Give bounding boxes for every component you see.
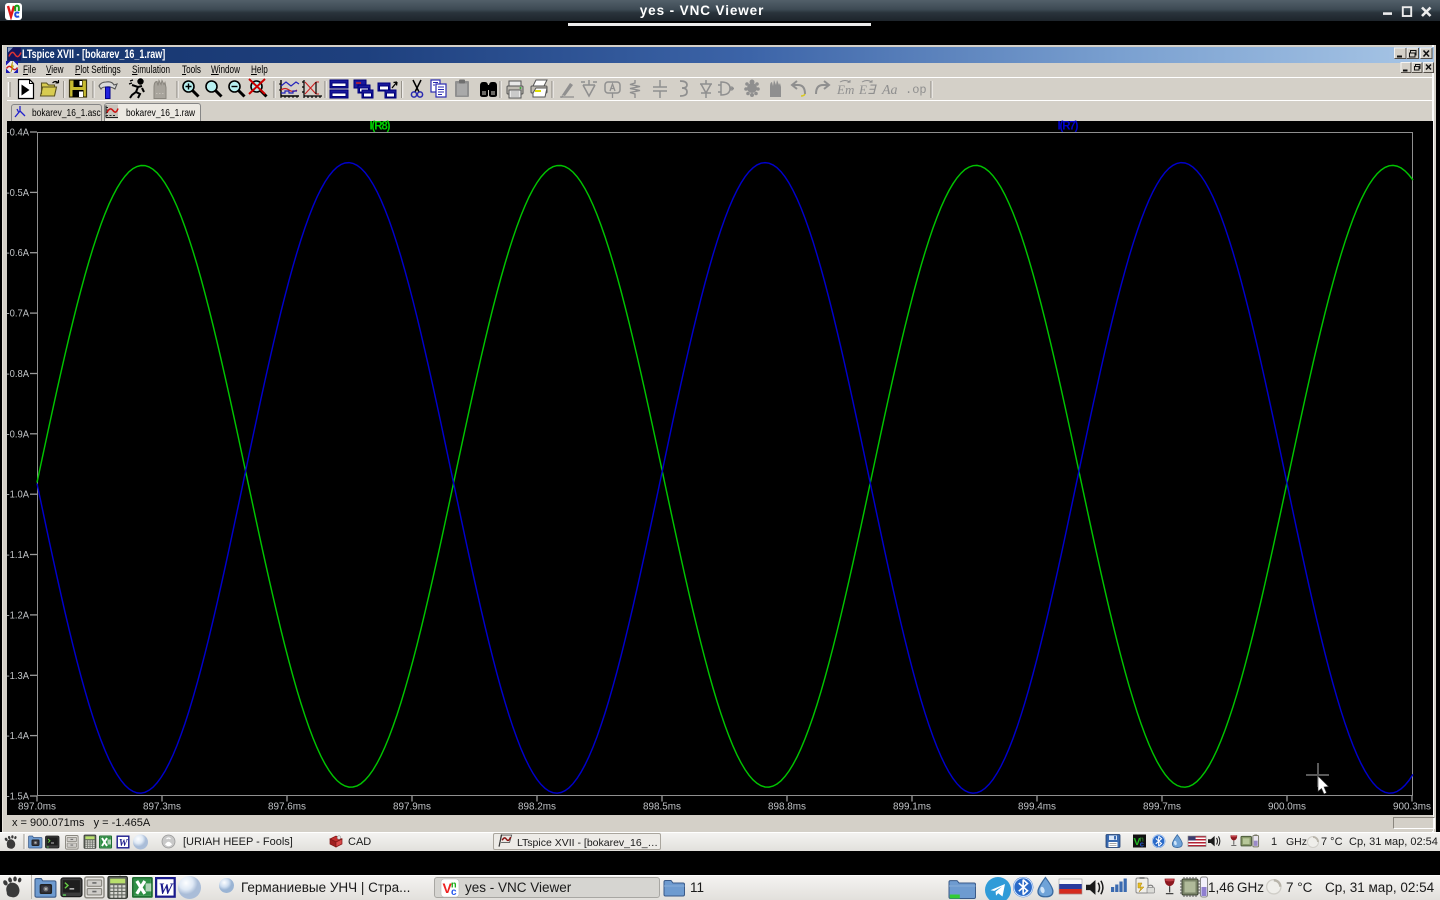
svg-text:W: W: [159, 881, 175, 898]
svg-text:W: W: [119, 838, 129, 849]
svg-text:c: c: [1140, 840, 1144, 849]
svg-text:c: c: [451, 887, 457, 898]
